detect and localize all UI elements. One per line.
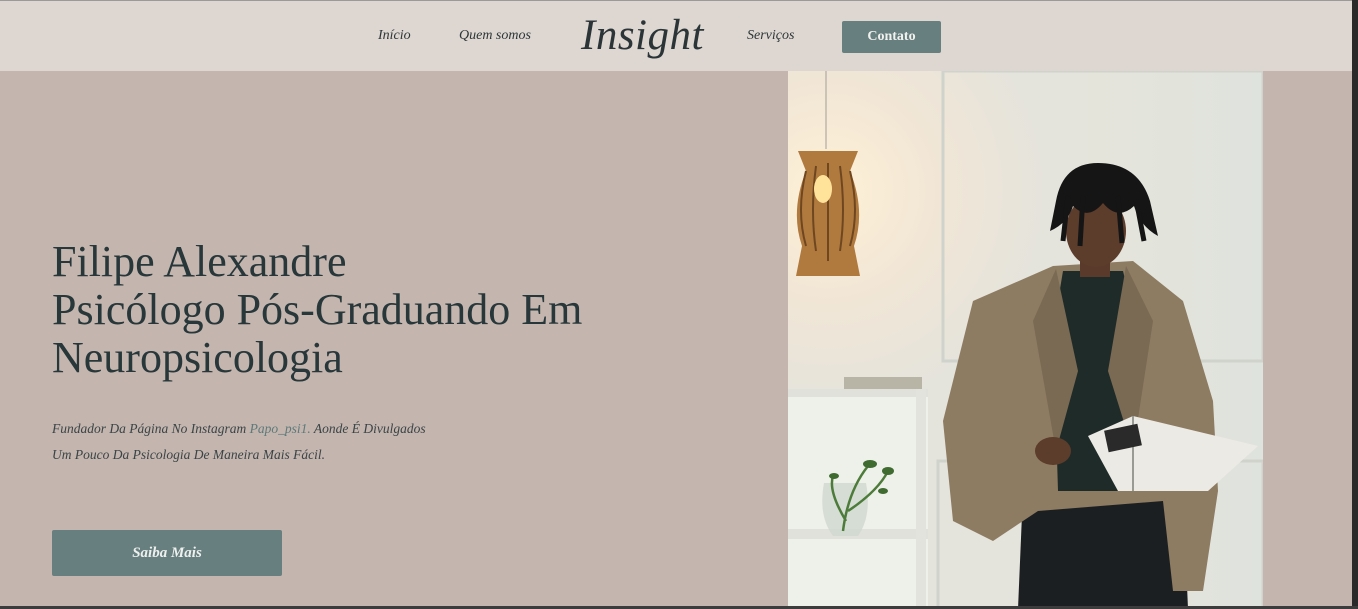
hero-description: Fundador Da Página No Instagram Papo_psi…: [52, 416, 512, 468]
nav-link-inicio[interactable]: Início: [378, 28, 411, 44]
instagram-link[interactable]: Papo_psi1.: [250, 421, 311, 436]
nav-link-quem-somos[interactable]: Quem somos: [459, 28, 531, 44]
hero-title-line: Filipe Alexandre: [52, 237, 347, 286]
top-navigation-bar: Início Quem somos Insight Serviços Conta…: [0, 0, 1358, 71]
site-logo[interactable]: Insight: [581, 11, 704, 60]
contact-button[interactable]: Contato: [842, 21, 941, 53]
hero-title: Filipe Alexandre Psicólogo Pós-Graduando…: [52, 238, 692, 382]
description-text: Fundador Da Página No Instagram: [52, 421, 250, 436]
saiba-mais-button[interactable]: Saiba Mais: [52, 530, 282, 576]
description-text: Aonde É Divulgados: [310, 421, 426, 436]
hero-description-line: Um Pouco Da Psicologia De Maneira Mais F…: [52, 447, 325, 462]
hero-title-line: Neuropsicologia: [52, 333, 343, 382]
hero-title-line: Psicólogo Pós-Graduando Em: [52, 285, 583, 334]
hero-photo: [788, 71, 1263, 609]
scrollbar[interactable]: [1352, 0, 1358, 609]
nav-link-servicos[interactable]: Serviços: [747, 28, 794, 44]
hero-description-line: Fundador Da Página No Instagram Papo_psi…: [52, 416, 512, 442]
pendant-lamp: [796, 151, 860, 276]
